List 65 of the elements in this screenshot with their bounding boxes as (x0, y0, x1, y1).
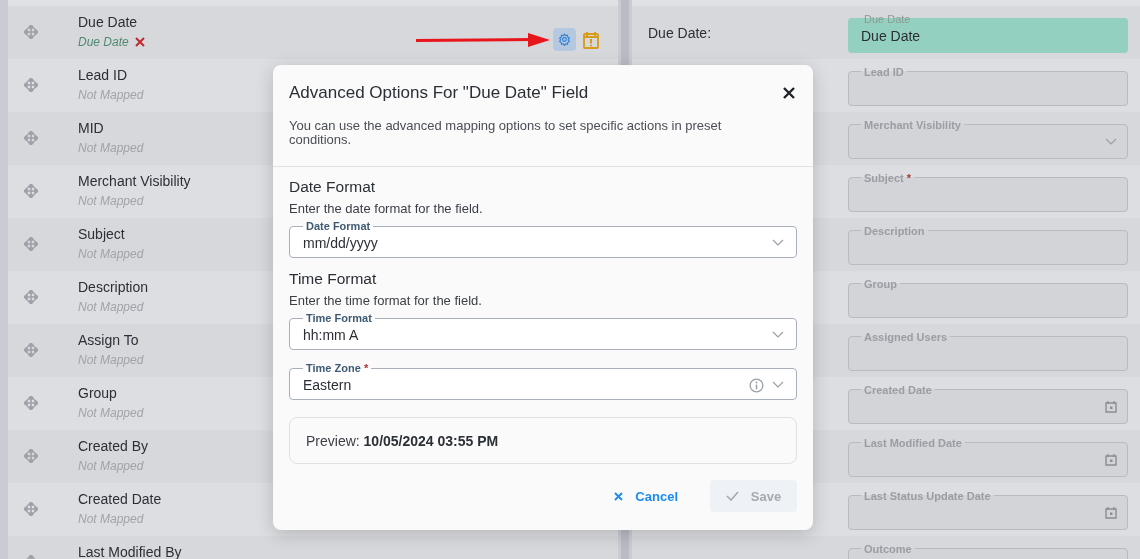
input-field[interactable]: Group (848, 277, 1128, 318)
chevron-down-icon (772, 331, 784, 339)
field-name: Assign To (78, 332, 140, 348)
date-field[interactable]: Last Modified Date (848, 436, 1128, 477)
calendar-icon (1105, 453, 1117, 466)
input-field[interactable]: Assigned Users (848, 330, 1128, 371)
mapping-status: Not Mapped (78, 88, 144, 102)
input-field[interactable]: Subject * (848, 171, 1128, 212)
move-icon[interactable] (24, 343, 38, 357)
select-field[interactable]: Merchant Visibility (848, 118, 1128, 159)
close-button[interactable] (781, 85, 797, 101)
field-name: Due Date (78, 14, 139, 30)
info-icon[interactable] (749, 377, 764, 393)
move-icon[interactable] (24, 237, 38, 251)
select-field[interactable]: Date Format mm/dd/yyyy (289, 220, 797, 258)
field-name: Description (78, 279, 149, 295)
move-icon[interactable] (24, 184, 38, 198)
move-icon[interactable] (24, 502, 38, 516)
calendar-icon (1105, 400, 1117, 413)
date-field[interactable]: Last Status Update Date (848, 489, 1128, 530)
move-icon[interactable] (24, 78, 38, 92)
field-name: Group (78, 385, 118, 401)
mapping-status: Not Mapped (78, 512, 145, 526)
mapping-status: Due Date (78, 35, 145, 49)
field-name: Created By (78, 438, 149, 454)
chevron-down-icon (772, 239, 784, 247)
mapping-status: Not Mapped (78, 194, 145, 208)
preview-text: Preview: 10/05/2024 03:55 PM (289, 417, 797, 464)
field-name: Last Modified By (78, 544, 182, 559)
field-name: MID (78, 120, 105, 136)
settings-icon (558, 33, 571, 46)
section-heading: Time Format (289, 270, 378, 288)
section-hint: Enter the date format for the field. (289, 201, 484, 217)
section-heading: Date Format (289, 178, 377, 196)
chevron-down-icon (1105, 137, 1117, 146)
select-field[interactable]: Time Zone * Eastern (289, 362, 797, 400)
section-hint: Enter the time format for the field. (289, 293, 483, 309)
input-field[interactable]: Description (848, 224, 1128, 265)
field-name: Created Date (78, 491, 162, 507)
input-field[interactable]: Outcome (848, 542, 1128, 559)
field-name: Subject (78, 226, 126, 242)
settings-button[interactable] (553, 28, 576, 51)
move-icon[interactable] (24, 449, 38, 463)
move-icon[interactable] (24, 396, 38, 410)
close-icon (781, 85, 797, 101)
dialog-title: Advanced Options For "Due Date" Field (289, 83, 589, 103)
field-name: Lead ID (78, 67, 129, 83)
close-icon (614, 491, 624, 501)
remove-icon[interactable] (134, 37, 145, 47)
field-name: Merchant Visibility (78, 173, 191, 189)
move-icon[interactable] (24, 131, 38, 145)
field-label: Due Date: (648, 24, 713, 41)
calendar-icon (1105, 506, 1117, 519)
move-icon[interactable] (24, 290, 38, 304)
chevron-down-icon (772, 381, 784, 389)
date-field[interactable]: Created Date (848, 383, 1128, 424)
mapping-status: Not Mapped (78, 406, 144, 420)
mapping-status: Not Mapped (78, 300, 145, 314)
check-icon (725, 491, 739, 501)
move-icon[interactable] (24, 25, 38, 39)
dialog-description: You can use the advanced mapping options to set specific actions in preset conditions. (289, 119, 723, 147)
calendar-alert-icon[interactable] (583, 31, 599, 49)
cancel-button[interactable]: Cancel (614, 488, 678, 504)
input-field[interactable]: Lead ID (848, 65, 1128, 106)
select-field[interactable]: Time Format hh:mm A (289, 312, 797, 350)
